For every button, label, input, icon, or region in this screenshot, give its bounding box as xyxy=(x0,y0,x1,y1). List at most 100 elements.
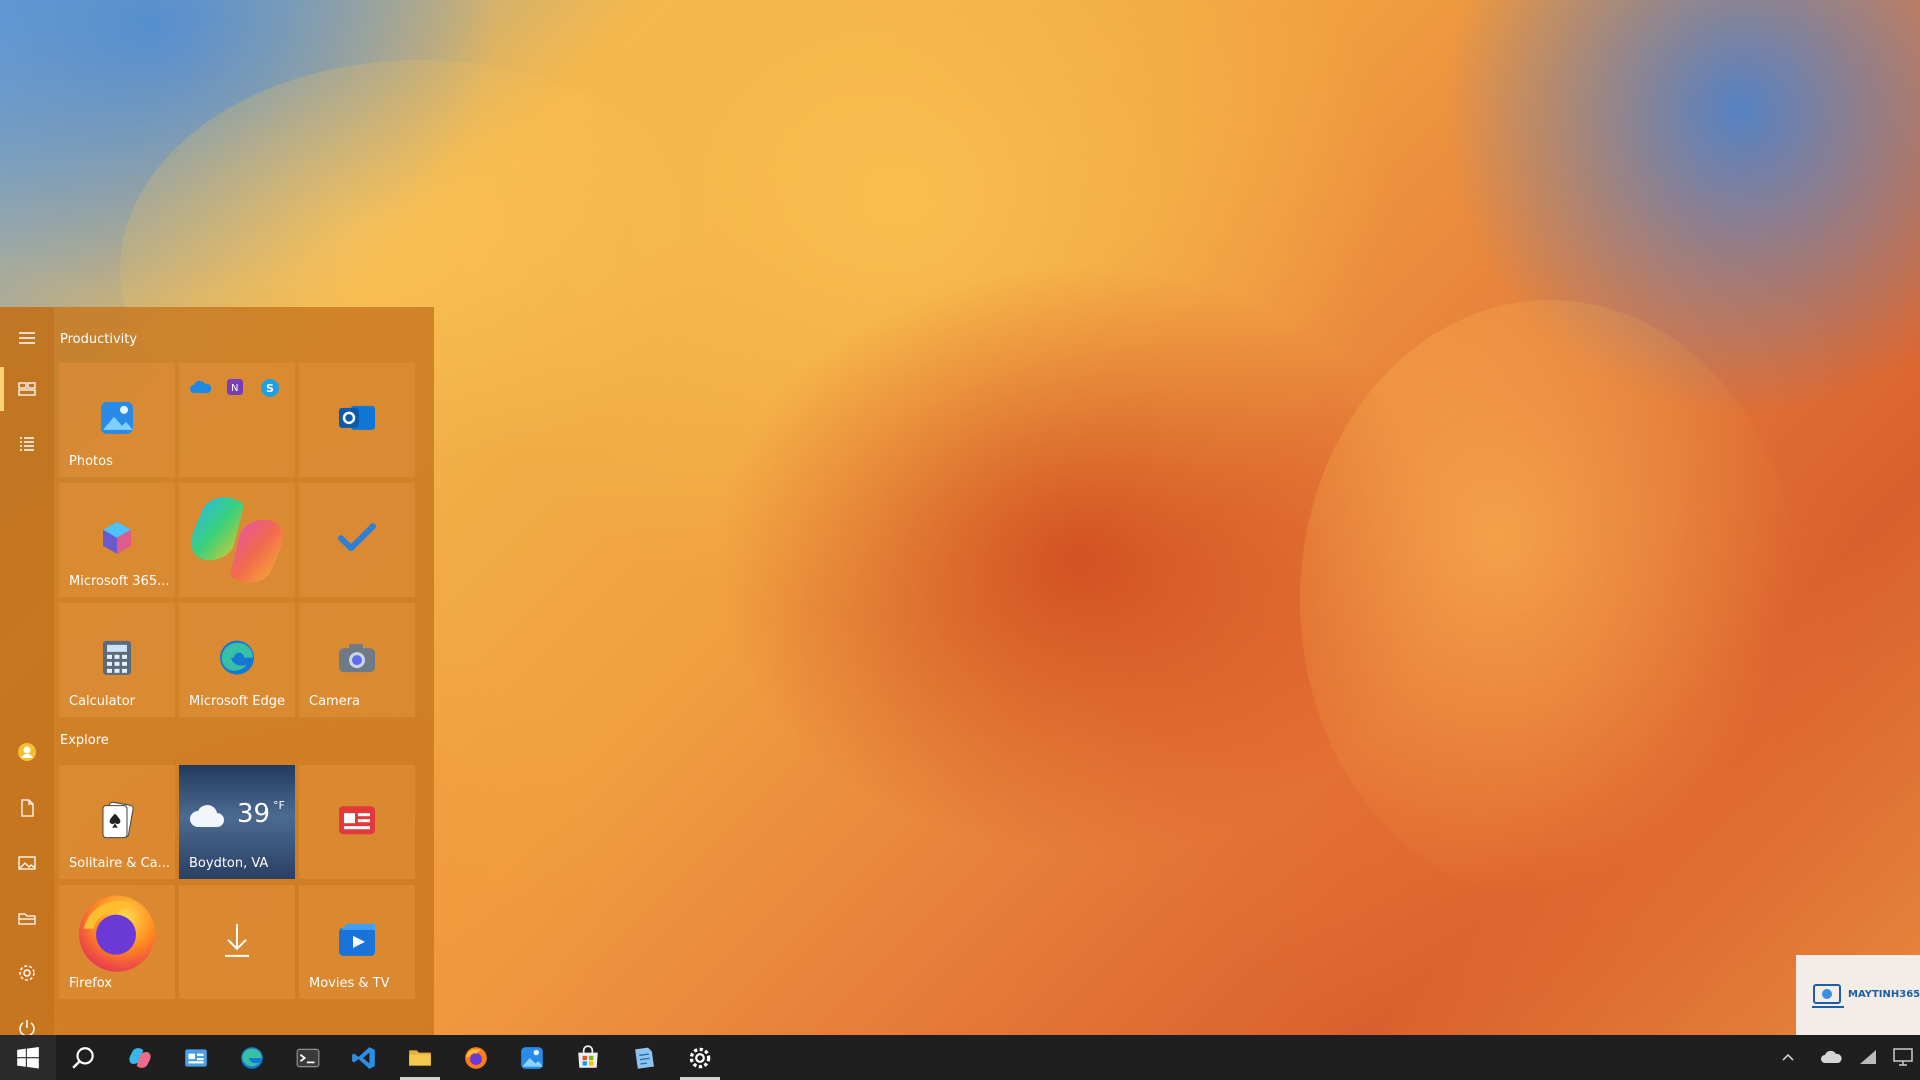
outlook-icon xyxy=(339,405,375,430)
svg-text:S: S xyxy=(266,382,274,395)
firefox-icon xyxy=(465,1046,487,1069)
tile-camera[interactable]: Camera xyxy=(299,603,415,717)
settings-icon xyxy=(689,1047,711,1068)
pinned-tiles-button[interactable] xyxy=(0,366,54,412)
document-icon xyxy=(21,799,34,817)
taskbar-store-button[interactable] xyxy=(560,1035,616,1080)
edge-icon xyxy=(220,640,254,675)
skype-icon: S xyxy=(261,379,279,397)
tile-label: Microsoft Edge xyxy=(189,694,286,709)
tile-label: Microsoft 365... xyxy=(69,574,169,589)
firefox-icon xyxy=(79,895,155,972)
display-icon[interactable] xyxy=(1892,1047,1914,1067)
checkmark-icon xyxy=(338,523,376,552)
svg-text:N: N xyxy=(231,383,238,394)
download-icon xyxy=(225,923,249,957)
tile-microsoft-365[interactable]: Microsoft 365... xyxy=(59,483,175,597)
onedrive-icon[interactable] xyxy=(1820,1048,1842,1066)
tile-label: Boydton, VA xyxy=(189,856,269,871)
chevron-up-icon[interactable] xyxy=(1780,1049,1796,1065)
group-label-explore[interactable]: Explore xyxy=(60,733,109,748)
expand-menu-button[interactable] xyxy=(0,315,54,361)
copilot-icon xyxy=(191,497,283,583)
start-menu-rail xyxy=(0,307,54,1037)
list-icon xyxy=(20,437,34,451)
pictures-icon xyxy=(18,856,36,870)
tile-photos[interactable]: Photos xyxy=(59,363,175,477)
calculator-icon xyxy=(103,640,131,675)
taskbar xyxy=(0,1035,1920,1080)
documents-button[interactable] xyxy=(0,785,54,831)
search-icon xyxy=(72,1046,94,1069)
taskbar-settings-button[interactable] xyxy=(672,1035,728,1080)
taskbar-file-explorer-button[interactable] xyxy=(392,1035,448,1080)
tile-microsoft-todo[interactable] xyxy=(299,483,415,597)
vscode-icon xyxy=(352,1046,375,1069)
settings-rail-button[interactable] xyxy=(0,950,54,996)
taskbar-notepad-button[interactable] xyxy=(616,1035,672,1080)
tile-firefox[interactable]: Firefox xyxy=(59,885,175,999)
tile-label: Firefox xyxy=(69,976,113,991)
terminal-icon xyxy=(296,1048,320,1067)
windows-logo-icon xyxy=(17,1046,39,1069)
tile-label: Camera xyxy=(309,694,361,709)
cloud-icon xyxy=(190,804,224,827)
playing-cards-icon xyxy=(102,801,134,839)
taskbar-firefox-button[interactable] xyxy=(448,1035,504,1080)
taskbar-terminal-button[interactable] xyxy=(280,1035,336,1080)
tile-label: Calculator xyxy=(69,694,136,709)
watermark: MAYTINH365 xyxy=(1796,955,1920,1035)
tile-microsoft-edge[interactable]: Microsoft Edge xyxy=(179,603,295,717)
wallpaper-petal xyxy=(1300,300,1800,900)
microsoft-365-icon xyxy=(103,521,131,554)
start-menu: Productivity Photos N S Microsoft 365... xyxy=(0,307,434,1037)
tiles-icon xyxy=(18,382,36,396)
tile-label: Movies & TV xyxy=(309,976,390,991)
weather-temperature: 39 xyxy=(237,799,271,829)
start-button[interactable] xyxy=(0,1035,56,1080)
tile-movies-tv[interactable]: Movies & TV xyxy=(299,885,415,999)
tile-calculator[interactable]: Calculator xyxy=(59,603,175,717)
tile-office-apps-group[interactable]: N S xyxy=(179,363,295,477)
weather-unit: °F xyxy=(273,799,285,812)
photos-icon xyxy=(101,401,133,434)
news-icon xyxy=(339,806,375,835)
hamburger-icon xyxy=(19,332,35,344)
system-tray xyxy=(1760,1035,1920,1080)
user-account-button[interactable] xyxy=(0,729,54,775)
group-label-productivity[interactable]: Productivity xyxy=(60,332,137,347)
taskbar-search-button[interactable] xyxy=(56,1035,112,1080)
taskbar-news-button[interactable] xyxy=(168,1035,224,1080)
tile-news[interactable] xyxy=(299,765,415,879)
store-icon xyxy=(578,1044,598,1068)
onedrive-icon xyxy=(190,380,212,393)
movies-tv-icon xyxy=(339,923,375,956)
camera-icon xyxy=(339,644,375,673)
file-explorer-icon xyxy=(409,1049,431,1066)
tile-weather[interactable]: 39 °F Boydton, VA xyxy=(179,765,295,879)
watermark-text: MAYTINH365 xyxy=(1848,989,1920,1000)
onenote-icon: N xyxy=(227,379,243,395)
tile-label: Solitaire & Ca... xyxy=(69,856,169,871)
notepad-icon xyxy=(635,1047,654,1069)
tile-outlook[interactable] xyxy=(299,363,415,477)
pictures-button[interactable] xyxy=(0,840,54,886)
tile-download-placeholder[interactable] xyxy=(179,885,295,999)
all-apps-button[interactable] xyxy=(0,421,54,467)
gear-icon xyxy=(19,965,35,981)
news-icon xyxy=(185,1048,207,1067)
taskbar-vscode-button[interactable] xyxy=(336,1035,392,1080)
copilot-icon xyxy=(129,1047,151,1068)
taskbar-photos-button[interactable] xyxy=(504,1035,560,1080)
photos-icon xyxy=(521,1046,543,1069)
user-icon xyxy=(18,743,36,761)
tile-copilot[interactable] xyxy=(179,483,295,597)
file-explorer-rail-button[interactable] xyxy=(0,895,54,941)
tile-label: Photos xyxy=(69,454,113,469)
tile-solitaire[interactable]: Solitaire & Ca... xyxy=(59,765,175,879)
taskbar-copilot-button[interactable] xyxy=(112,1035,168,1080)
edge-icon xyxy=(241,1046,263,1069)
folder-icon xyxy=(18,913,36,925)
taskbar-edge-button[interactable] xyxy=(224,1035,280,1080)
network-icon[interactable] xyxy=(1858,1048,1880,1066)
